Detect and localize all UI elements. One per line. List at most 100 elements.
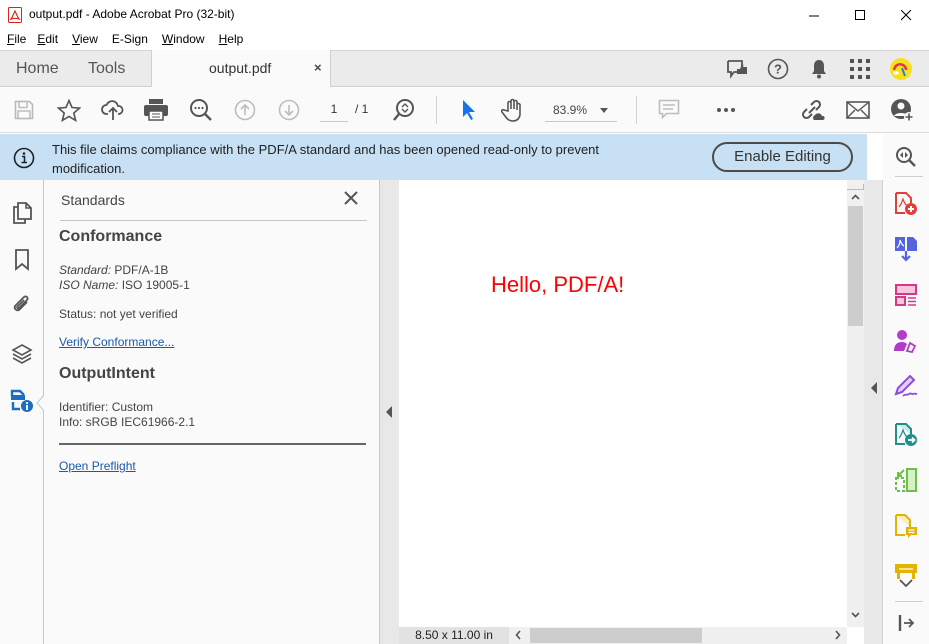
menu-window[interactable]: Window bbox=[162, 30, 205, 50]
toolbar-separator bbox=[636, 96, 637, 124]
hand-tool-icon[interactable] bbox=[500, 97, 526, 123]
document-text: Hello, PDF/A! bbox=[491, 272, 625, 297]
menu-bar: File Edit View E-Sign Window Help bbox=[0, 30, 929, 50]
notifications-bell-icon[interactable] bbox=[807, 57, 831, 81]
email-icon[interactable] bbox=[845, 97, 871, 123]
zoom-tool-icon[interactable] bbox=[893, 144, 919, 170]
info-icon bbox=[13, 147, 35, 172]
menu-view[interactable]: View bbox=[72, 30, 98, 50]
organize-pages-icon[interactable] bbox=[893, 282, 919, 308]
open-preflight-link[interactable]: Open Preflight bbox=[59, 459, 136, 473]
page-size-readout: 8.50 x 11.00 in bbox=[399, 627, 509, 644]
iso-name-value: ISO 19005-1 bbox=[121, 278, 190, 292]
attachments-icon[interactable] bbox=[10, 293, 34, 317]
toolbar-separator bbox=[436, 96, 437, 124]
document-status-bar: 8.50 x 11.00 in bbox=[399, 627, 847, 644]
find-icon[interactable] bbox=[188, 97, 214, 123]
maximize-button[interactable] bbox=[837, 0, 883, 30]
status-text: Status: not yet verified bbox=[59, 307, 178, 321]
scroll-right-icon[interactable] bbox=[835, 629, 841, 641]
export-pdf-icon[interactable] bbox=[893, 422, 919, 448]
vertical-scrollbar[interactable] bbox=[847, 180, 864, 627]
tab-document[interactable]: output.pdf × bbox=[151, 50, 331, 87]
fill-sign-icon[interactable] bbox=[893, 374, 919, 400]
panel-collapse-handle[interactable] bbox=[380, 180, 399, 644]
upload-cloud-icon[interactable] bbox=[100, 97, 126, 123]
panel-divider bbox=[59, 443, 366, 445]
tab-document-label: output.pdf bbox=[209, 60, 272, 76]
comment-icon[interactable] bbox=[656, 97, 682, 123]
zoom-level-dropdown[interactable]: 83.9% bbox=[545, 100, 617, 122]
expand-left-icon bbox=[871, 382, 877, 394]
enable-editing-button[interactable]: Enable Editing bbox=[712, 142, 853, 172]
pdfa-info-banner: This file claims compliance with the PDF… bbox=[0, 134, 867, 180]
chevron-down-icon bbox=[600, 108, 608, 113]
close-icon bbox=[900, 9, 911, 20]
bookmark-star-icon[interactable] bbox=[56, 97, 82, 123]
banner-message: This file claims compliance with the PDF… bbox=[52, 142, 600, 176]
page-total: / 1 bbox=[355, 102, 369, 116]
standards-icon[interactable] bbox=[10, 389, 34, 413]
select-pointer-icon[interactable] bbox=[456, 97, 482, 123]
save-icon[interactable] bbox=[11, 97, 37, 123]
rail-separator bbox=[895, 601, 923, 602]
right-tools-rail bbox=[883, 134, 929, 644]
collapse-tools-pane-icon[interactable] bbox=[893, 610, 919, 636]
page-number-input[interactable]: 1 bbox=[320, 100, 348, 122]
tab-tools[interactable]: Tools bbox=[88, 60, 125, 78]
scroll-left-icon[interactable] bbox=[515, 629, 521, 641]
close-panel-icon[interactable] bbox=[342, 189, 360, 207]
iso-name-row: ISO Name: ISO 19005-1 bbox=[59, 278, 190, 293]
add-user-icon[interactable] bbox=[889, 97, 915, 123]
iso-name-label: ISO Name: bbox=[59, 278, 119, 292]
conformance-heading: Conformance bbox=[59, 228, 163, 245]
minimize-icon bbox=[808, 15, 819, 16]
verify-conformance-link[interactable]: Verify Conformance... bbox=[59, 335, 174, 349]
close-window-button[interactable] bbox=[883, 0, 929, 30]
standard-value: PDF/A-1B bbox=[114, 263, 169, 277]
menu-edit[interactable]: Edit bbox=[37, 30, 58, 50]
scroll-up-icon[interactable] bbox=[851, 194, 860, 200]
info-text: Info: sRGB IEC61966-2.1 bbox=[59, 415, 196, 429]
document-page[interactable]: Hello, PDF/A! bbox=[399, 180, 847, 627]
prev-page-icon[interactable] bbox=[232, 97, 258, 123]
output-intent-heading: OutputIntent bbox=[59, 365, 155, 382]
menu-file[interactable]: File bbox=[7, 30, 26, 50]
scrollbar-corner bbox=[847, 184, 864, 190]
share-link-icon[interactable] bbox=[800, 97, 826, 123]
menu-esign[interactable]: E-Sign bbox=[112, 30, 148, 50]
more-icon[interactable] bbox=[713, 97, 739, 123]
close-tab-icon[interactable]: × bbox=[314, 60, 322, 75]
identifier-text: Identifier: Custom bbox=[59, 400, 154, 414]
next-page-icon[interactable] bbox=[276, 97, 302, 123]
maximize-icon bbox=[854, 9, 865, 20]
standard-row: Standard: PDF/A-1B bbox=[59, 263, 168, 278]
bookmarks-icon[interactable] bbox=[10, 248, 34, 272]
create-pdf-icon[interactable] bbox=[893, 191, 919, 217]
comment-tool-icon[interactable] bbox=[893, 514, 919, 540]
page-thumbnails-icon[interactable] bbox=[10, 201, 34, 225]
vertical-scroll-thumb[interactable] bbox=[848, 206, 863, 326]
page-zoom-icon[interactable] bbox=[391, 97, 417, 123]
tab-bar: Home Tools output.pdf × ? bbox=[0, 50, 929, 87]
share-feedback-icon[interactable] bbox=[725, 57, 749, 81]
menu-help[interactable]: Help bbox=[219, 30, 244, 50]
compress-pdf-icon[interactable] bbox=[893, 467, 919, 493]
rail-separator bbox=[895, 176, 923, 177]
apps-grid-icon[interactable] bbox=[848, 57, 872, 81]
layers-icon[interactable] bbox=[10, 342, 34, 366]
show-more-tools-icon[interactable] bbox=[893, 574, 919, 592]
left-navigation-rail bbox=[0, 180, 46, 644]
combine-files-icon[interactable] bbox=[893, 236, 919, 262]
request-signature-icon[interactable] bbox=[893, 328, 919, 354]
help-icon[interactable]: ? bbox=[766, 57, 790, 81]
scroll-down-icon[interactable] bbox=[851, 612, 860, 618]
user-avatar[interactable] bbox=[889, 57, 913, 81]
title-bar: output.pdf - Adobe Acrobat Pro (32-bit) bbox=[0, 0, 929, 30]
main-toolbar: 1 / 1 83.9% bbox=[0, 87, 929, 133]
print-icon[interactable] bbox=[143, 97, 169, 123]
tab-home[interactable]: Home bbox=[16, 60, 59, 78]
tools-pane-collapse-handle[interactable] bbox=[864, 180, 883, 644]
minimize-button[interactable] bbox=[791, 0, 837, 30]
horizontal-scroll-thumb[interactable] bbox=[530, 628, 702, 643]
